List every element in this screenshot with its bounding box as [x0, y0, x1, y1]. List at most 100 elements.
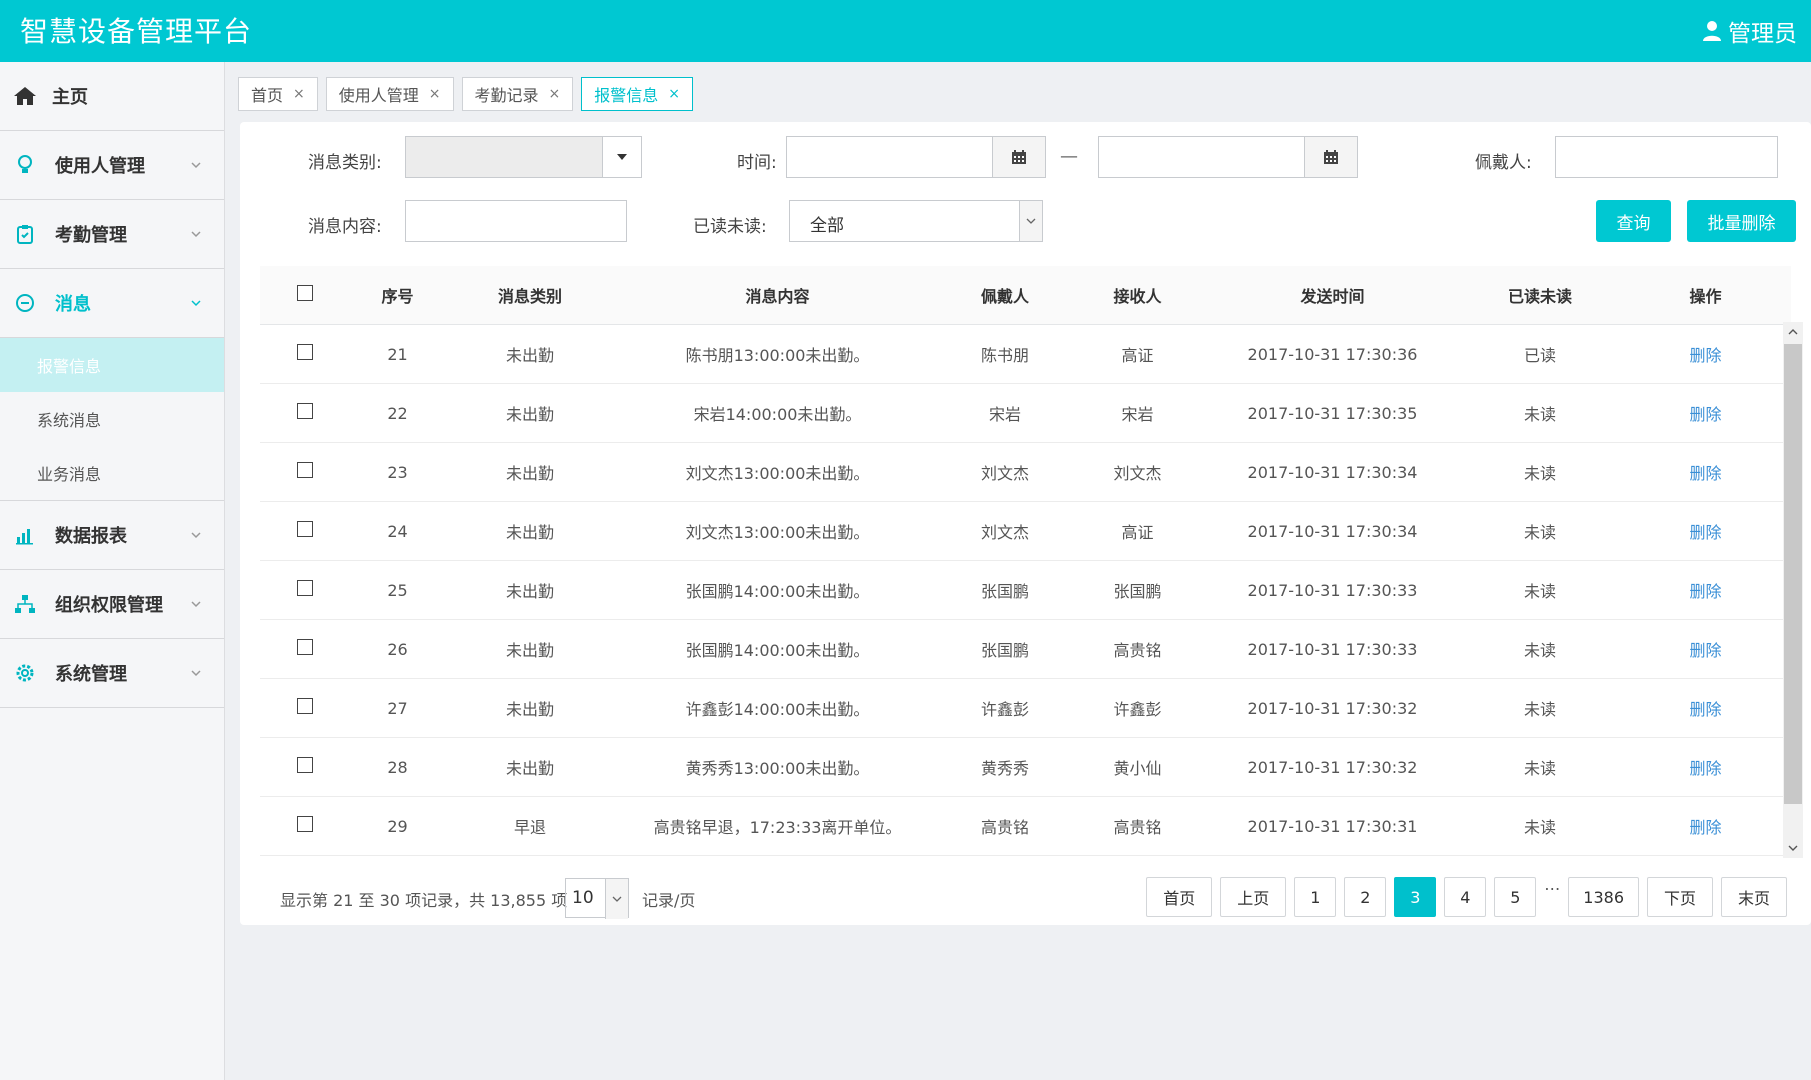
- user-menu[interactable]: 管理员: [1702, 14, 1797, 48]
- row-checkbox[interactable]: [297, 462, 313, 478]
- column-header[interactable]: 消息类别: [445, 266, 615, 325]
- wearer-input[interactable]: [1555, 136, 1778, 178]
- row-checkbox-cell: [260, 501, 350, 561]
- row-checkbox[interactable]: [297, 698, 313, 714]
- sidebar-item-attendance[interactable]: 考勤管理: [0, 200, 224, 269]
- scroll-up-arrow[interactable]: [1783, 322, 1803, 342]
- calendar-button[interactable]: [1304, 137, 1357, 177]
- sidebar-item-home[interactable]: 主页: [0, 62, 224, 131]
- delete-link[interactable]: 删除: [1620, 619, 1791, 679]
- chevron-down-icon: [191, 300, 201, 307]
- calendar-button[interactable]: [992, 137, 1045, 177]
- table-row[interactable]: 29 早退 高贵铭早退，17:23:33离开单位。 高贵铭 高贵铭 2017-10-31 …: [260, 796, 1791, 856]
- delete-link[interactable]: 删除: [1620, 442, 1791, 502]
- read-status: 已读: [1460, 324, 1620, 384]
- first-page-button[interactable]: 首页: [1146, 877, 1213, 917]
- column-header[interactable]: 发送时间: [1205, 266, 1460, 325]
- chat-icon: [13, 291, 37, 315]
- content-label: 消息内容:: [308, 217, 382, 237]
- table-row[interactable]: 24 未出勤 刘文杰13:00:00未出勤。 刘文杰 高证 2017-10-31 17:3…: [260, 501, 1791, 561]
- delete-link[interactable]: 删除: [1620, 737, 1791, 797]
- next-page-button[interactable]: 下页: [1647, 877, 1713, 917]
- sidebar-item-org-permissions[interactable]: 组织权限管理: [0, 570, 224, 639]
- column-header[interactable]: 佩戴人: [940, 266, 1070, 325]
- tab-home[interactable]: 首页 ×: [238, 77, 318, 111]
- close-icon[interactable]: ×: [668, 86, 680, 102]
- end-date-input[interactable]: [1098, 136, 1358, 178]
- page-button[interactable]: 5: [1494, 877, 1537, 917]
- table-row[interactable]: 26 未出勤 张国鹏14:00:00未出勤。 张国鹏 高贵铭 2017-10-31 17:…: [260, 619, 1791, 679]
- column-header[interactable]: 已读未读: [1460, 266, 1620, 325]
- read-status-label: 已读未读:: [693, 217, 767, 237]
- sidebar-item-reports[interactable]: 数据报表: [0, 501, 224, 570]
- column-header[interactable]: 序号: [350, 266, 445, 325]
- dropdown-button[interactable]: [605, 879, 628, 919]
- last-page-button[interactable]: 末页: [1721, 877, 1787, 917]
- submenu-item-system[interactable]: 系统消息: [0, 392, 224, 446]
- row-checkbox[interactable]: [297, 403, 313, 419]
- scroll-thumb[interactable]: [1784, 344, 1802, 804]
- table-row[interactable]: 30早退高贵铭早退，17:23:33离开单位。高贵铭高证2017-10-31 1…: [260, 855, 1791, 856]
- close-icon[interactable]: ×: [429, 86, 441, 102]
- start-date-input[interactable]: [786, 136, 1046, 178]
- row-checkbox[interactable]: [297, 521, 313, 537]
- chevron-down-icon: [191, 532, 201, 539]
- page-button[interactable]: 2: [1344, 877, 1387, 917]
- column-header[interactable]: 消息内容: [615, 266, 940, 325]
- page-size-select[interactable]: 10: [565, 878, 629, 919]
- delete-link[interactable]: 删除: [1620, 501, 1791, 561]
- chevron-down-icon: [1788, 845, 1798, 851]
- table-row[interactable]: 28 未出勤 黄秀秀13:00:00未出勤。 黄秀秀 黄小仙 2017-10-31 17:…: [260, 737, 1791, 797]
- table-header-row: 序号 消息类别 消息内容 佩戴人 接收人 发送时间 已读未读 操作: [260, 266, 1791, 325]
- delete-link[interactable]: 删除: [1620, 383, 1791, 443]
- sidebar-item-system-settings[interactable]: 系统管理: [0, 639, 224, 708]
- row-checkbox[interactable]: [297, 639, 313, 655]
- page-button-current[interactable]: 3: [1394, 877, 1437, 917]
- content-input[interactable]: [405, 200, 627, 242]
- table-row[interactable]: 22 未出勤 宋岩14:00:00未出勤。 宋岩 宋岩 2017-10-31 17:30:…: [260, 383, 1791, 443]
- read-status-select[interactable]: 全部: [789, 200, 1043, 242]
- table-row[interactable]: 21 未出勤 陈书朋13:00:00未出勤。 陈书朋 高证 2017-10-31 17:3…: [260, 324, 1791, 384]
- read-status: 未读: [1460, 796, 1620, 856]
- page-button[interactable]: 4: [1444, 877, 1487, 917]
- row-checkbox[interactable]: [297, 344, 313, 360]
- tab-label: 使用人管理: [338, 86, 419, 105]
- tab-attendance-records[interactable]: 考勤记录 ×: [461, 77, 574, 111]
- delete-link[interactable]: 删除: [1620, 678, 1791, 738]
- sidebar-item-users[interactable]: 使用人管理: [0, 131, 224, 200]
- close-icon[interactable]: ×: [293, 86, 305, 102]
- last-page-number-button[interactable]: 1386: [1568, 877, 1639, 917]
- column-header[interactable]: 接收人: [1070, 266, 1205, 325]
- table-row[interactable]: 25 未出勤 张国鹏14:00:00未出勤。 张国鹏 张国鹏 2017-10-31 17:…: [260, 560, 1791, 620]
- scroll-down-arrow[interactable]: [1783, 838, 1803, 858]
- row-checkbox-cell: [260, 737, 350, 797]
- tab-alarm-info[interactable]: 报警信息 ×: [581, 77, 693, 111]
- table-row[interactable]: 27 未出勤 许鑫彭14:00:00未出勤。 许鑫彭 许鑫彭 2017-10-31 17:…: [260, 678, 1791, 738]
- delete-link[interactable]: 删除: [1620, 796, 1791, 856]
- prev-page-button[interactable]: 上页: [1220, 877, 1287, 917]
- wearer-label: 佩戴人:: [1475, 153, 1532, 173]
- message-content: 张国鹏14:00:00未出勤。: [615, 560, 940, 620]
- dropdown-button[interactable]: [1019, 201, 1042, 241]
- type-select[interactable]: [405, 136, 642, 178]
- close-icon[interactable]: ×: [549, 86, 561, 102]
- sidebar-item-messages[interactable]: 消息: [0, 269, 224, 338]
- batch-delete-button[interactable]: 批量删除: [1687, 200, 1796, 242]
- delete-link[interactable]: 删除: [1620, 560, 1791, 620]
- select-all-checkbox[interactable]: [297, 285, 313, 301]
- page-button[interactable]: 1: [1294, 877, 1337, 917]
- delete-link[interactable]: 删除: [1620, 324, 1791, 384]
- query-button[interactable]: 查询: [1596, 200, 1671, 242]
- tab-user-management[interactable]: 使用人管理 ×: [325, 77, 454, 111]
- table-row[interactable]: 23 未出勤 刘文杰13:00:00未出勤。 刘文杰 刘文杰 2017-10-31 17:…: [260, 442, 1791, 502]
- row-checkbox[interactable]: [297, 580, 313, 596]
- row-checkbox[interactable]: [297, 816, 313, 832]
- row-checkbox[interactable]: [297, 757, 313, 773]
- submenu-item-business[interactable]: 业务消息: [0, 446, 224, 500]
- table-scrollbar[interactable]: [1783, 322, 1803, 858]
- caret-down-icon: [617, 154, 627, 160]
- receiver: 高贵铭: [1070, 796, 1205, 856]
- delete-link[interactable]: 删除: [1620, 855, 1791, 856]
- submenu-item-alarm[interactable]: 报警信息: [0, 338, 224, 392]
- dropdown-button[interactable]: [602, 137, 641, 177]
